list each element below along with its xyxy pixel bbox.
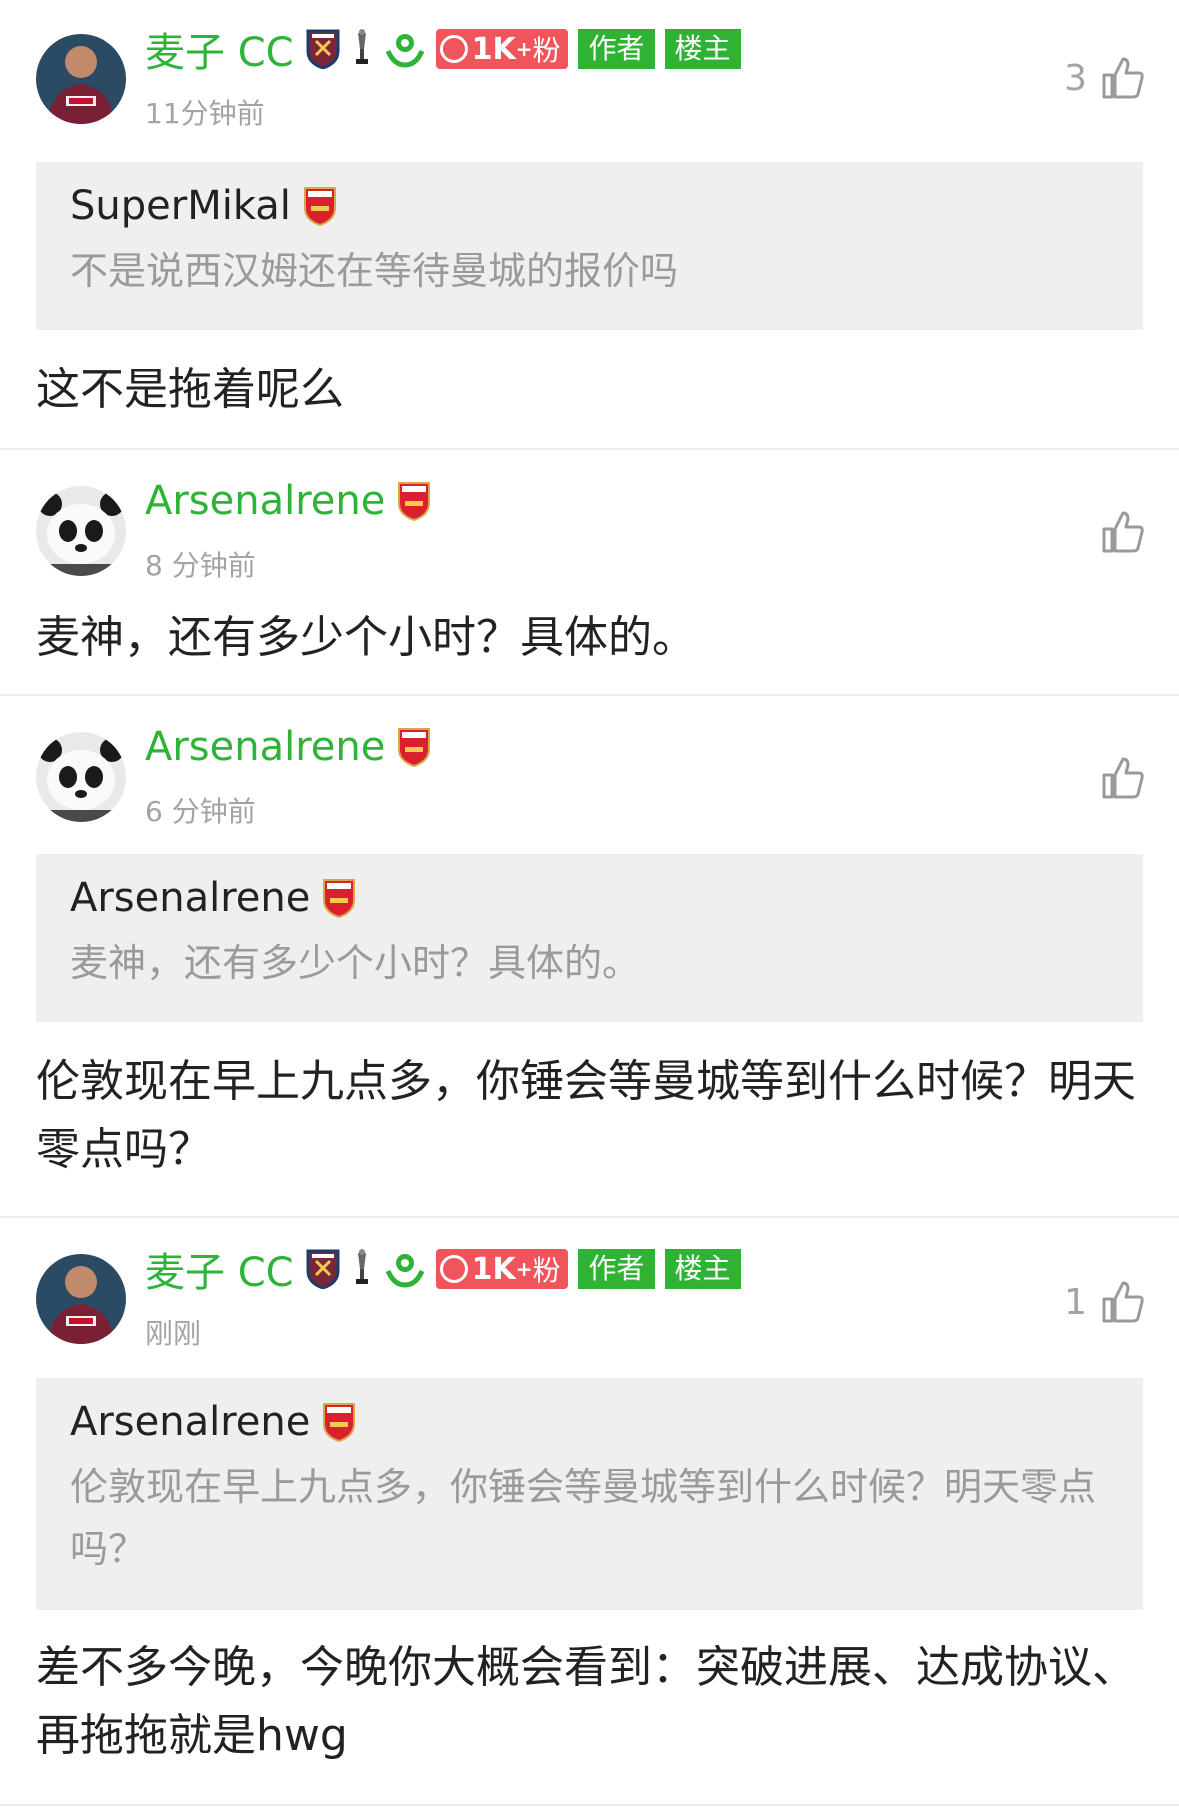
quoted-comment[interactable]: SuperMikal 不是说西汉姆还在等待曼城的报价吗 xyxy=(36,162,1143,330)
author-tag: 作者 xyxy=(578,1249,655,1289)
quote-author-row: Arsenalrene xyxy=(70,1394,1109,1450)
quote-username: Arsenalrene xyxy=(70,1399,311,1445)
quote-text: 不是说西汉姆还在等待曼城的报价吗 xyxy=(70,249,679,293)
arsenal-crest-icon xyxy=(322,1402,356,1442)
comment-body: 麦神，还有多少个小时？具体的。 xyxy=(36,612,696,663)
arsenal-crest-icon xyxy=(322,878,356,918)
fans-plus: + xyxy=(515,1257,533,1281)
avatar[interactable] xyxy=(36,732,126,822)
username[interactable]: 麦子 CC xyxy=(145,1240,294,1298)
west-ham-crest-icon xyxy=(306,29,340,69)
op-tag: 楼主 xyxy=(664,1249,741,1289)
like-count: 1 xyxy=(1064,1281,1087,1323)
author-tag: 作者 xyxy=(578,29,655,69)
thumbs-up-icon xyxy=(1102,1281,1144,1323)
comment-body: 伦敦现在早上九点多，你锤会等曼城等到什么时候？明天零点吗？ xyxy=(36,1056,1136,1175)
quote-text: 麦神，还有多少个小时？具体的。 xyxy=(70,941,641,985)
avatar[interactable] xyxy=(36,34,126,124)
avatar[interactable] xyxy=(36,486,126,576)
timestamp: 6 分钟前 xyxy=(145,795,256,828)
trophy-icon xyxy=(352,1249,372,1289)
avatar[interactable] xyxy=(36,1254,126,1344)
like-button[interactable] xyxy=(1087,510,1145,554)
comment-item: Arsenalrene 6 分钟前 Arsenalrene 麦神，还有多少个小时… xyxy=(0,696,1179,1218)
timestamp: 11分钟前 xyxy=(145,97,265,130)
quote-username: Arsenalrene xyxy=(70,875,311,921)
quote-text: 伦敦现在早上九点多，你锤会等曼城等到什么时候？明天零点吗？ xyxy=(70,1465,1097,1571)
quote-author-row: SuperMikal xyxy=(70,178,1109,234)
fans-badge: 1K + 粉 xyxy=(435,29,569,69)
comment-body: 这不是拖着呢么 xyxy=(36,364,344,415)
quoted-comment[interactable]: Arsenalrene 麦神，还有多少个小时？具体的。 xyxy=(36,854,1143,1022)
comment-item: 麦子 CC 1K + 粉 作者 楼主 刚刚 1 Arsenalrene 伦敦现在早上… xyxy=(0,1218,1179,1806)
like-count: 3 xyxy=(1064,57,1087,99)
green-hand-badge-icon xyxy=(384,29,426,69)
fans-value: 1K xyxy=(471,1251,516,1287)
author-row: 麦子 CC 1K + 粉 作者 楼主 xyxy=(145,26,741,76)
timestamp: 刚刚 xyxy=(145,1317,202,1350)
comment-item: Arsenalrene 8 分钟前 麦神，还有多少个小时？具体的。 xyxy=(0,450,1179,696)
fans-plus: + xyxy=(515,37,533,61)
fans-unit: 粉 xyxy=(532,34,561,67)
username[interactable]: Arsenalrene xyxy=(145,724,385,770)
username[interactable]: Arsenalrene xyxy=(145,478,385,524)
user-circle-icon xyxy=(439,1255,468,1283)
fans-unit: 粉 xyxy=(532,1254,561,1287)
username[interactable]: 麦子 CC xyxy=(145,20,294,78)
arsenal-crest-icon xyxy=(303,186,337,226)
like-button[interactable]: 3 xyxy=(1064,56,1145,100)
thumbs-up-icon xyxy=(1102,757,1144,799)
author-row: Arsenalrene xyxy=(145,724,431,770)
arsenal-crest-icon xyxy=(397,727,431,767)
timestamp: 8 分钟前 xyxy=(145,549,256,582)
fans-badge: 1K + 粉 xyxy=(435,1249,569,1289)
like-button[interactable]: 1 xyxy=(1064,1280,1145,1324)
quoted-comment[interactable]: Arsenalrene 伦敦现在早上九点多，你锤会等曼城等到什么时候？明天零点吗… xyxy=(36,1378,1143,1610)
thumbs-up-icon xyxy=(1102,57,1144,99)
fans-value: 1K xyxy=(471,31,516,67)
author-row: 麦子 CC 1K + 粉 作者 楼主 xyxy=(145,1246,741,1296)
trophy-icon xyxy=(352,29,372,69)
quote-username: SuperMikal xyxy=(70,183,291,229)
west-ham-crest-icon xyxy=(306,1249,340,1289)
quote-author-row: Arsenalrene xyxy=(70,870,1109,926)
like-button[interactable] xyxy=(1087,756,1145,800)
user-circle-icon xyxy=(439,35,468,63)
thumbs-up-icon xyxy=(1102,511,1144,553)
comment-body: 差不多今晚，今晚你大概会看到：突破进展、达成协议、再拖拖就是hwg xyxy=(36,1642,1136,1761)
comment-item: 麦子 CC 1K + 粉 作者 楼主 11分钟前 3 SuperMikal 不是说西… xyxy=(0,0,1179,450)
author-row: Arsenalrene xyxy=(145,478,431,524)
arsenal-crest-icon xyxy=(397,481,431,521)
op-tag: 楼主 xyxy=(664,29,741,69)
green-hand-badge-icon xyxy=(384,1249,426,1289)
